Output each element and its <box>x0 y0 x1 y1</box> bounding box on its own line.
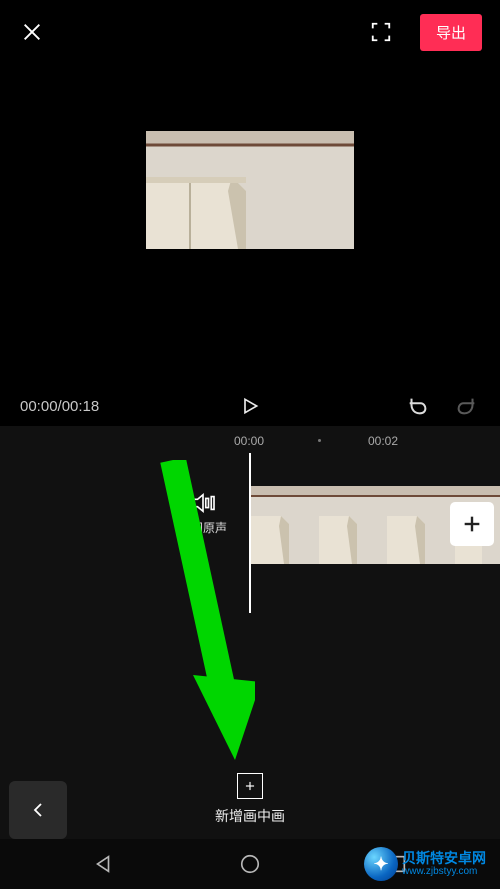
watermark-logo: ✦ <box>364 847 398 881</box>
mute-original-audio-button[interactable]: 关闭原声 <box>168 492 238 536</box>
add-pip-button[interactable]: 新增画中画 <box>215 773 285 826</box>
watermark: ✦ 贝斯特安卓网 www.zjbstyy.com <box>356 843 494 885</box>
clip-thumbnail <box>319 486 387 564</box>
nav-home-button[interactable] <box>235 849 265 879</box>
undo-button[interactable] <box>404 393 430 419</box>
preview-thumbnail <box>146 131 354 249</box>
ruler-label: 00:00 <box>234 434 264 448</box>
ruler-label: 00:02 <box>368 434 398 448</box>
chevron-left-icon <box>29 797 47 823</box>
redo-icon <box>456 395 478 417</box>
watermark-url: www.zjbstyy.com <box>402 866 486 878</box>
timeline-ruler: 00:00 00:02 <box>0 426 500 456</box>
timeline[interactable]: 00:00 00:02 关闭原声 <box>0 426 500 889</box>
video-preview[interactable] <box>0 6 500 374</box>
time-display: 00:00/00:18 <box>20 398 99 415</box>
add-clip-button[interactable] <box>450 502 494 546</box>
watermark-title: 贝斯特安卓网 <box>402 850 486 866</box>
redo-button <box>454 393 480 419</box>
ruler-tick <box>318 439 321 442</box>
mute-label: 关闭原声 <box>179 519 227 536</box>
clip-thumbnail <box>387 486 455 564</box>
nav-back-icon <box>92 853 114 875</box>
nav-back-button[interactable] <box>88 849 118 879</box>
undo-icon <box>406 395 428 417</box>
plus-icon <box>461 513 483 535</box>
speaker-icon <box>190 492 216 514</box>
play-icon <box>240 395 260 417</box>
plus-box-icon <box>243 779 257 793</box>
pip-label: 新增画中画 <box>215 806 285 826</box>
nav-home-icon <box>239 853 261 875</box>
back-button[interactable] <box>9 781 67 839</box>
clip-thumbnail <box>251 486 319 564</box>
playhead[interactable] <box>249 453 251 613</box>
play-button[interactable] <box>237 393 263 419</box>
